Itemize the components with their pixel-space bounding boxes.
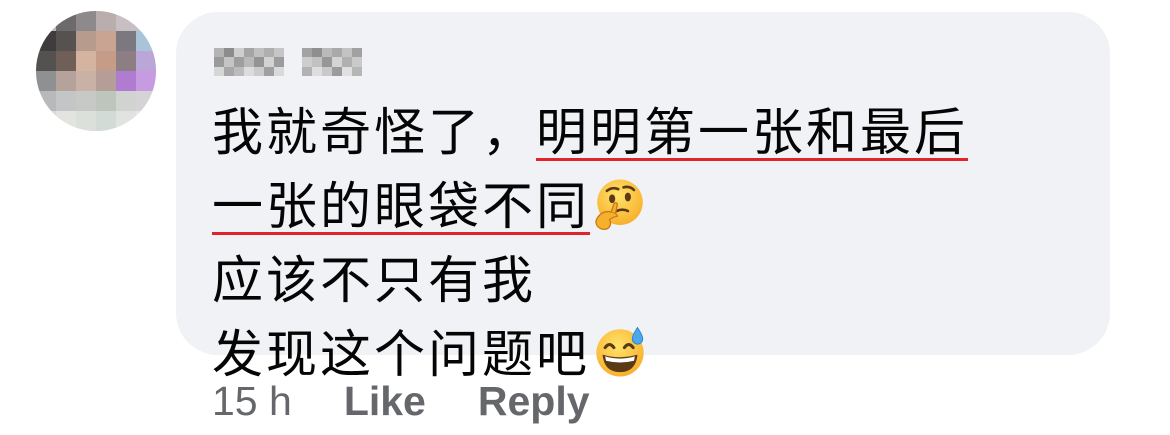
- reply-button[interactable]: Reply: [478, 378, 590, 425]
- comment-line-2: 一张的眼袋不同: [212, 171, 1092, 245]
- author-name[interactable]: Sara Yip: [214, 42, 362, 82]
- avatar[interactable]: [36, 11, 156, 131]
- comment-line-1: 我就奇怪了，明明第一张和最后: [212, 97, 1092, 171]
- underlined-segment: 明明第一张和最后: [536, 104, 969, 163]
- comment-actions: 15 h Like Reply: [212, 371, 590, 431]
- author-name-text: Sara Yip: [214, 42, 215, 43]
- comment-line-3: 应该不只有我: [212, 245, 1092, 319]
- grinning-face-with-sweat-icon: [596, 326, 644, 377]
- underlined-segment: 一张的眼袋不同: [212, 178, 591, 237]
- comment-bubble: Sara Yip 我就奇怪了，明明第一张和最后 一: [176, 12, 1110, 385]
- comment: Sara Yip 我就奇怪了，明明第一张和最后 一: [0, 0, 1170, 435]
- thinking-face-icon: [595, 179, 643, 231]
- comment-segment: 我就奇怪了，: [212, 104, 537, 163]
- timestamp[interactable]: 15 h: [212, 378, 292, 425]
- author-last-name-blur: [302, 48, 362, 76]
- like-button[interactable]: Like: [344, 378, 426, 425]
- author-first-name-blur: [214, 48, 284, 76]
- comment-segment: 应该不只有我: [212, 252, 537, 311]
- comment-text: 我就奇怪了，明明第一张和最后 一张的眼袋不同 应该不只有我 发现这个问题吧: [212, 97, 1092, 393]
